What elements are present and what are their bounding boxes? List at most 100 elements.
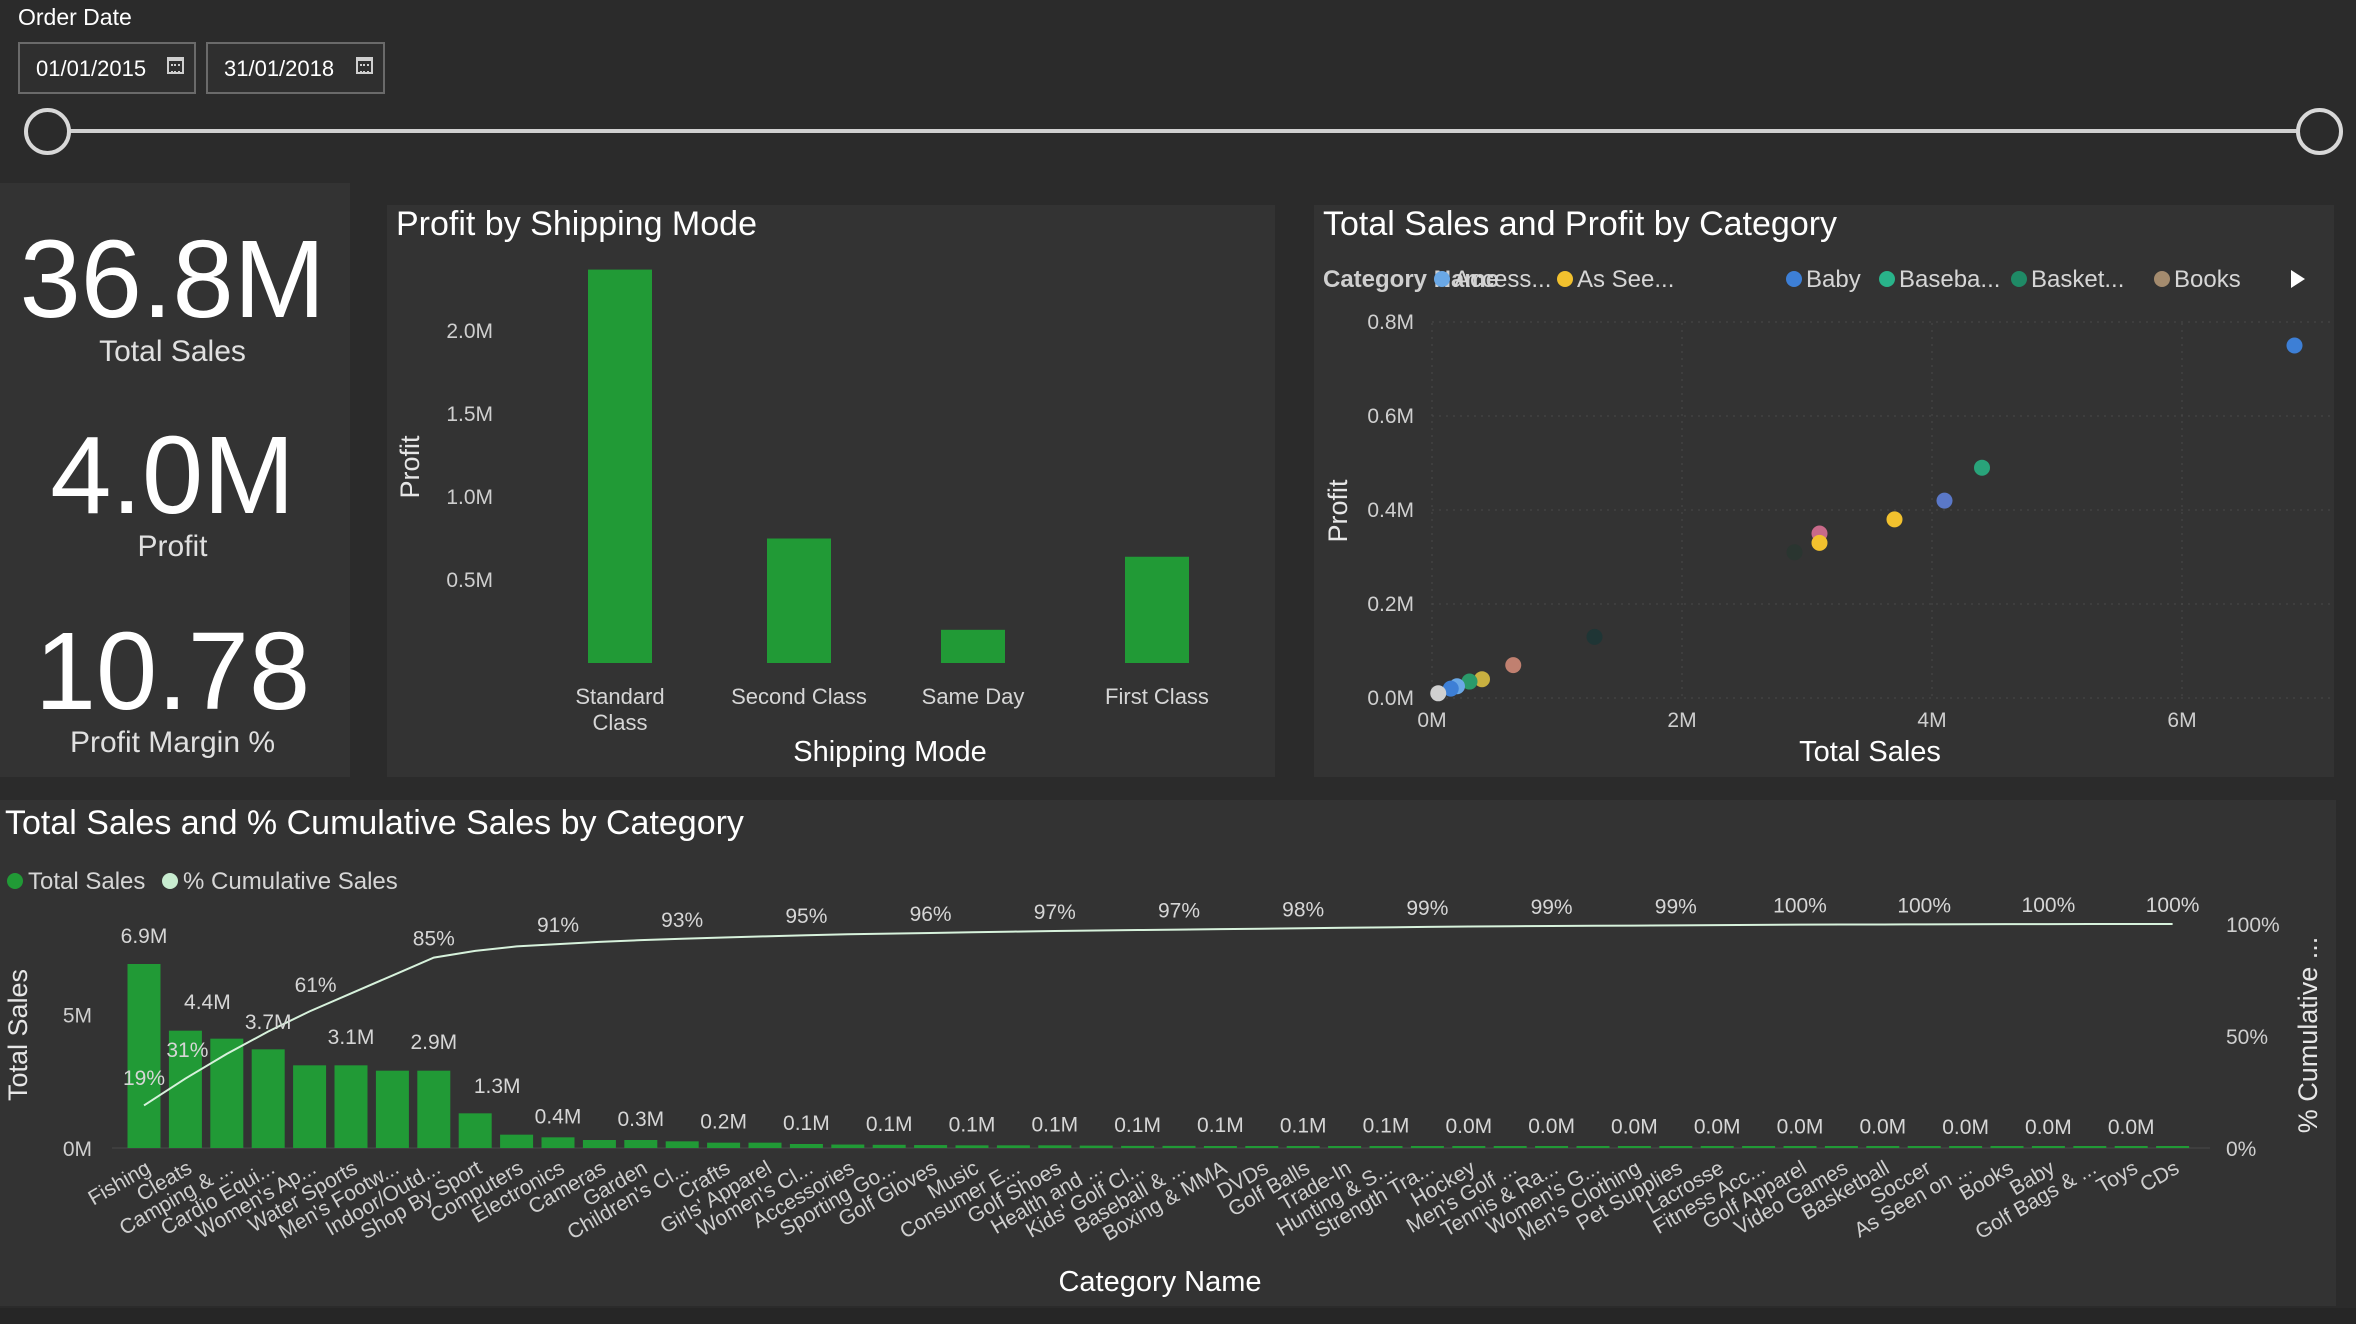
pareto-bar-label: 0.0M (1445, 1115, 1492, 1138)
scatter-y-tick-label: 0.6M (1367, 405, 1414, 428)
scatter-point (1936, 492, 1953, 509)
pareto-bar-label: 0.1M (949, 1113, 996, 1136)
calendar-icon[interactable] (356, 57, 373, 74)
scatter-legend-marker (2154, 271, 2170, 287)
scatter-legend-marker (1786, 271, 1802, 287)
pareto-bar (2073, 1146, 2107, 1148)
pareto-bar (500, 1134, 534, 1148)
pareto-chart-panel[interactable]: Total Sales and % Cumulative Sales by Ca… (0, 800, 2336, 1306)
pareto-y-axis-label: Total Sales (3, 969, 33, 1101)
pareto-bar (334, 1065, 368, 1148)
pareto-bar (1369, 1146, 1403, 1148)
shipping-x-tick-label: Second Class (731, 684, 867, 709)
pareto-pct-label: 95% (785, 905, 827, 928)
scatter-y-tick-label: 0.0M (1367, 687, 1414, 710)
start-date-input[interactable]: 01/01/2015 (18, 42, 196, 94)
pareto-y-tick-label: 5M (63, 1005, 92, 1028)
pareto-pct-label: 99% (1531, 896, 1573, 919)
scatter-legend-label: Baby (1806, 266, 1861, 293)
scatter-legend-label: Baseba... (1899, 266, 2000, 293)
scatter-legend-marker (1434, 271, 1450, 287)
scatter-legend-marker (1879, 271, 1895, 287)
pareto-y2-tick-label: 0% (2226, 1138, 2256, 1161)
pareto-bar (1328, 1146, 1362, 1148)
pareto-bar (1121, 1145, 1155, 1148)
pareto-bar (1286, 1146, 1320, 1148)
pareto-x-tick-label: CDs (2136, 1156, 2183, 1196)
pareto-bar-label: 0.0M (1777, 1116, 1824, 1139)
scatter-y-tick-label: 0.2M (1367, 593, 1414, 616)
shipping-chart-panel[interactable]: Profit by Shipping Mode Profit Shipping … (387, 205, 1275, 777)
pareto-legend-marker (7, 873, 23, 889)
profit-value: 4.0M (50, 414, 295, 537)
pareto-bar (1949, 1146, 1983, 1148)
pareto-pct-label: 97% (1034, 901, 1076, 924)
pareto-bar (127, 964, 161, 1148)
pareto-bar-label: 0.0M (1611, 1115, 1658, 1138)
date-slider-start-handle[interactable] (24, 108, 71, 155)
scatter-point (1430, 685, 1447, 702)
pareto-bar (1535, 1146, 1569, 1148)
pareto-bar-label: 0.1M (1280, 1114, 1327, 1137)
pareto-pct-label: 100% (2146, 894, 2200, 917)
scatter-x-tick-label: 4M (1917, 709, 1946, 732)
pareto-bar-label: 0.0M (2025, 1116, 2072, 1139)
pareto-bar (1742, 1146, 1776, 1148)
scatter-chart-panel[interactable]: Total Sales and Profit by Category Categ… (1314, 205, 2334, 777)
profit-margin-value: 10.78 (34, 610, 311, 733)
scatter-y-tick-label: 0.8M (1367, 311, 1414, 334)
pareto-legend-label: % Cumulative Sales (183, 868, 398, 895)
shipping-bar (1125, 556, 1189, 663)
pareto-bar-label: 0.1M (1363, 1115, 1410, 1138)
pareto-bar (582, 1140, 616, 1148)
pareto-bar-label: 0.0M (1942, 1116, 1989, 1139)
pareto-pct-label: 97% (1158, 900, 1200, 923)
pareto-bar (1866, 1146, 1900, 1148)
scatter-point (1886, 511, 1903, 528)
pareto-chart-svg: Total Sales % Cumulative Sales Total Sale… (3, 868, 2323, 1298)
profit-margin-label: Profit Margin % (69, 726, 276, 759)
date-slider-end-handle[interactable] (2296, 108, 2343, 155)
shipping-y-tick-label: 1.5M (446, 403, 493, 426)
pareto-bar-label: 0.2M (700, 1111, 747, 1134)
pareto-pct-label: 91% (537, 914, 579, 937)
shipping-chart-svg: Profit Shipping Mode 0.5M 1.0M 1.5M 2.0M Sta… (395, 269, 1209, 768)
total-sales-label: Total Sales (99, 335, 246, 368)
pareto-bar-label: 2.9M (410, 1031, 457, 1054)
pareto-bar (375, 1070, 409, 1148)
pareto-bar-label: 0.4M (535, 1105, 582, 1128)
shipping-y-tick-label: 2.0M (446, 320, 493, 343)
pareto-pct-label: 61% (295, 974, 337, 997)
pareto-bar (1493, 1146, 1527, 1148)
pareto-bar-label: 1.3M (474, 1075, 521, 1098)
pareto-bar (1783, 1146, 1817, 1148)
bottom-strip (0, 1308, 2356, 1324)
scatter-point (2286, 337, 2303, 354)
pareto-bar (2031, 1146, 2065, 1148)
pareto-bar (1452, 1146, 1486, 1148)
pareto-bar-label: 4.4M (184, 991, 231, 1014)
pareto-bar (872, 1144, 906, 1148)
pareto-x-axis-label: Category Name (1058, 1266, 1261, 1298)
date-slider-track[interactable] (47, 129, 2302, 133)
end-date-input[interactable]: 31/01/2018 (206, 42, 385, 94)
pareto-bar (914, 1145, 948, 1148)
pareto-bar (707, 1142, 741, 1148)
pareto-bar-label: 3.7M (245, 1011, 292, 1034)
legend-next-arrow-icon[interactable] (2291, 270, 2305, 288)
kpi-panel: 36.8M Total Sales 4.0M Profit 10.78 Prof… (0, 183, 350, 777)
pareto-pct-label: 100% (2022, 894, 2076, 917)
pareto-bar (1079, 1145, 1113, 1148)
scatter-point (1974, 459, 1990, 476)
pareto-pct-label: 85% (413, 928, 455, 951)
calendar-icon[interactable] (167, 57, 184, 74)
pareto-pct-label: 99% (1406, 897, 1448, 920)
shipping-y-tick-label: 1.0M (446, 486, 493, 509)
start-date-value: 01/01/2015 (36, 56, 147, 81)
pareto-bar (1410, 1146, 1444, 1148)
total-sales-value: 36.8M (19, 218, 326, 341)
scatter-x-tick-label: 2M (1667, 709, 1696, 732)
order-date-label: Order Date (18, 4, 132, 30)
shipping-x-tick-label: First Class (1105, 684, 1209, 709)
pareto-y2-tick-label: 50% (2226, 1026, 2268, 1049)
